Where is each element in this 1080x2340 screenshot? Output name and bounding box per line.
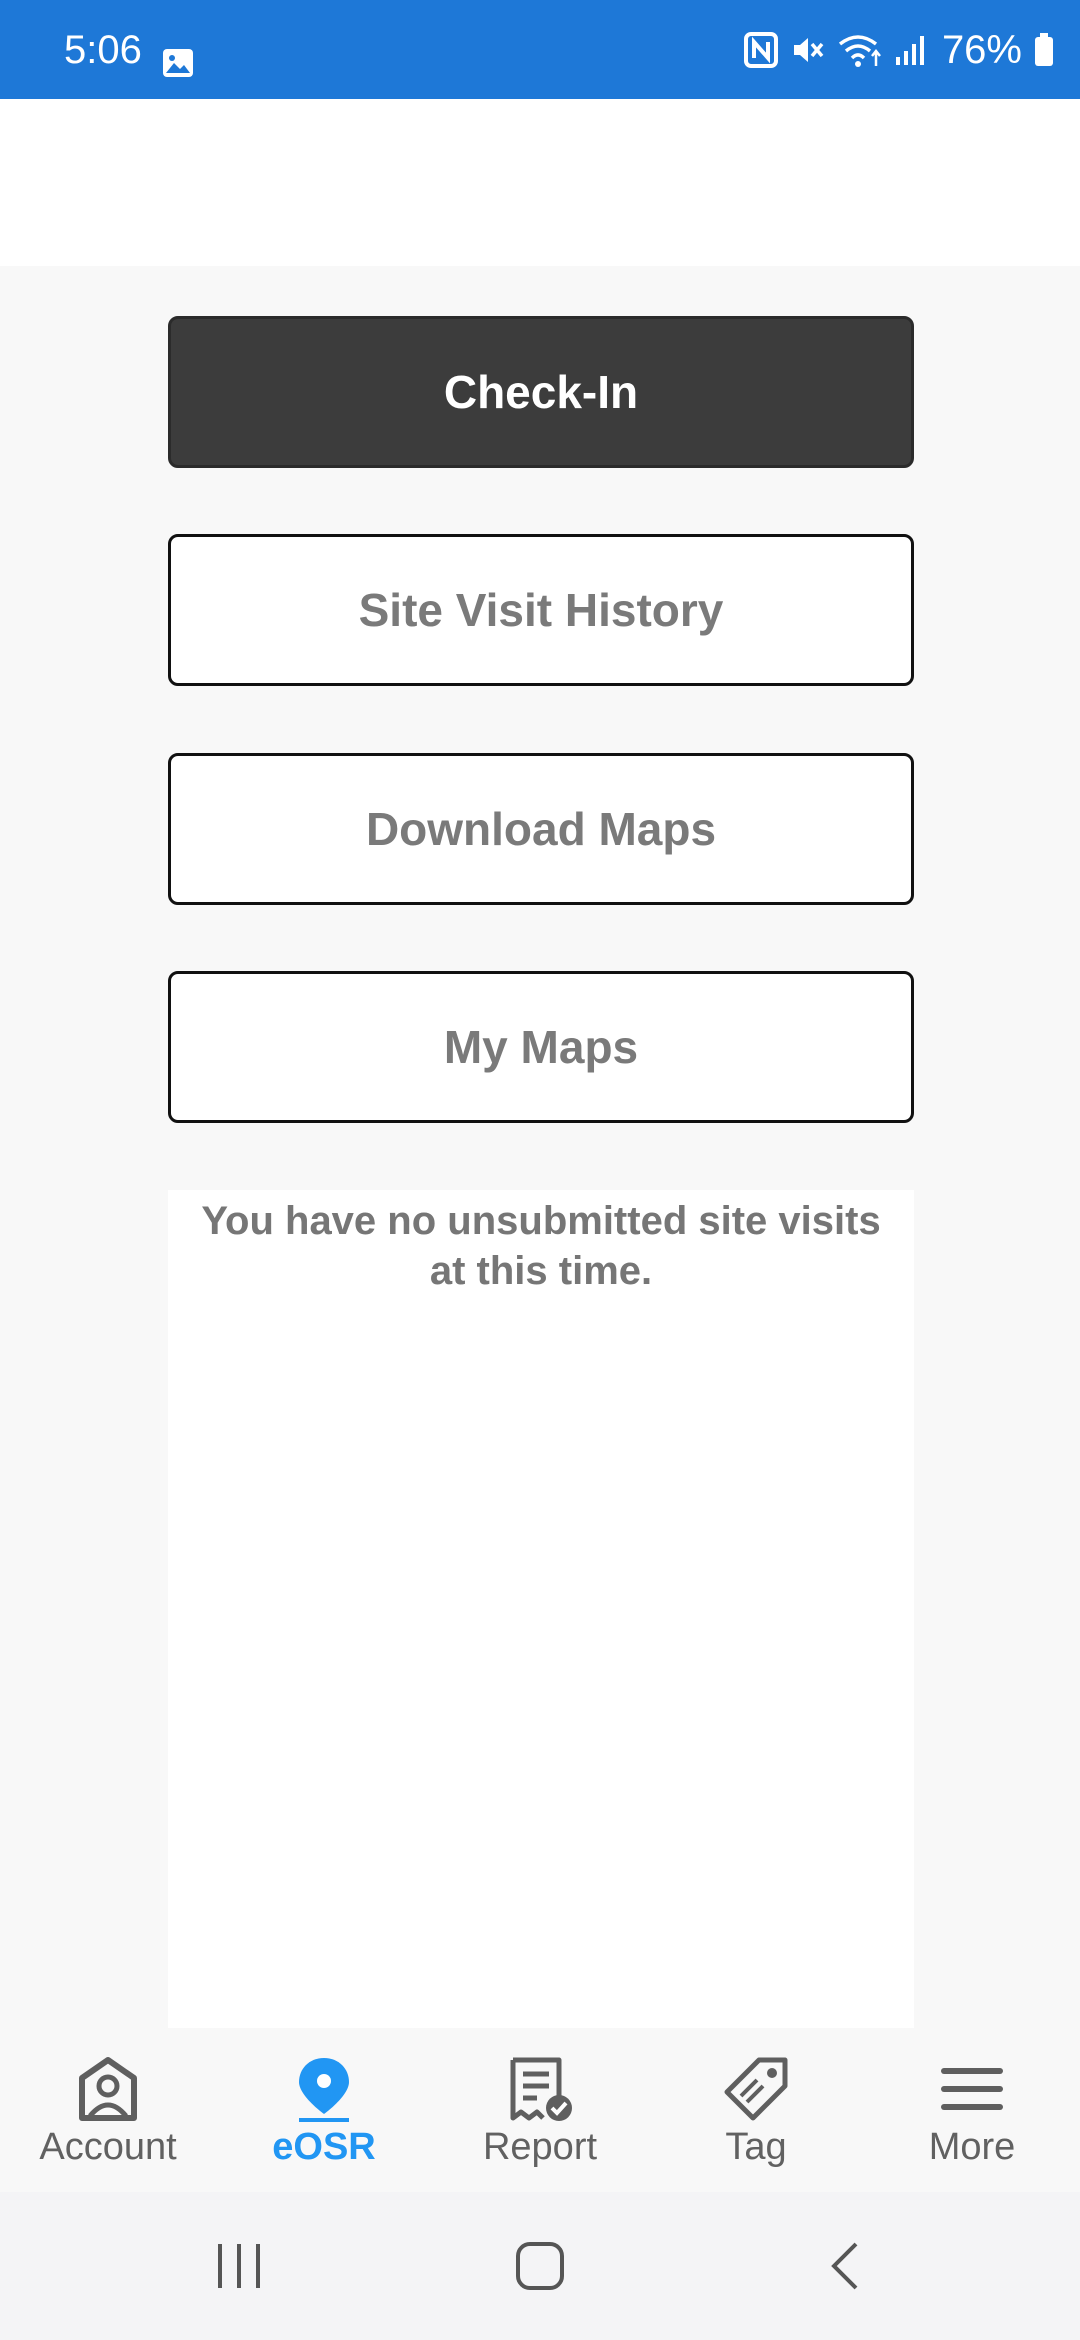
menu-icon — [941, 2068, 1003, 2110]
my-maps-button[interactable]: My Maps — [168, 971, 914, 1123]
nav-item-tag[interactable]: Tag — [648, 2030, 864, 2192]
unsubmitted-visits-panel[interactable]: You have no unsubmitted site visits at t… — [168, 1190, 914, 2028]
report-icon — [510, 2057, 572, 2121]
recent-apps-icon[interactable] — [214, 2240, 264, 2292]
home-icon[interactable] — [514, 2240, 566, 2292]
status-bar: 5:06 76% — [0, 0, 1080, 99]
nav-item-more[interactable]: More — [864, 2030, 1080, 2192]
battery-icon — [1035, 33, 1053, 66]
site-visit-history-label: Site Visit History — [358, 584, 724, 636]
empty-state-message: You have no unsubmitted site visits at t… — [201, 1199, 881, 1293]
site-visit-history-button[interactable]: Site Visit History — [168, 534, 914, 686]
photo-icon — [163, 49, 193, 77]
check-in-button[interactable]: Check-In — [168, 316, 914, 468]
mute-icon — [793, 38, 824, 62]
my-maps-label: My Maps — [443, 1021, 639, 1073]
nav-label-tag: Tag — [725, 2126, 787, 2168]
status-icons: 76% — [732, 22, 1054, 78]
download-maps-button[interactable]: Download Maps — [168, 753, 914, 905]
download-maps-label: Download Maps — [365, 803, 717, 855]
nav-item-account[interactable]: Account — [0, 2030, 216, 2192]
nav-item-eosr[interactable]: eOSR — [216, 2030, 432, 2192]
back-icon[interactable] — [826, 2240, 866, 2292]
status-time: 5:06 — [64, 28, 142, 72]
check-in-label: Check-In — [443, 366, 639, 418]
bottom-navigation: Account eOSR Report Tag More — [0, 2030, 1080, 2192]
wifi-icon — [838, 35, 881, 67]
app-header — [0, 99, 1080, 266]
battery-percentage: 76% — [941, 27, 1022, 72]
account-icon — [79, 2057, 137, 2121]
nav-item-report[interactable]: Report — [432, 2030, 648, 2192]
system-navigation-bar — [0, 2192, 1080, 2340]
location-pin-icon — [299, 2058, 349, 2122]
signal-icon — [895, 36, 924, 65]
nav-label-more: More — [928, 2126, 1016, 2168]
nfc-icon — [743, 32, 778, 68]
tag-icon — [724, 2057, 788, 2121]
nav-label-account: Account — [39, 2126, 177, 2168]
nav-label-eosr: eOSR — [272, 2126, 376, 2168]
nav-label-report: Report — [482, 2126, 598, 2168]
